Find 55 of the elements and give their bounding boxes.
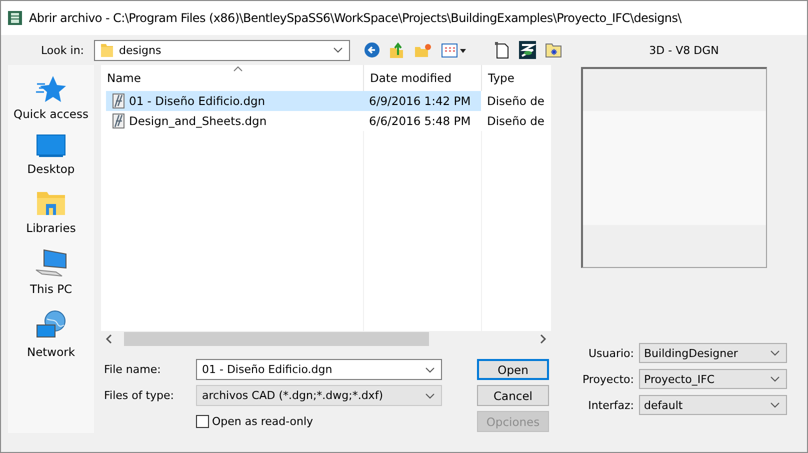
places-item[interactable]: Libraries [9, 189, 93, 235]
computer-icon [34, 248, 68, 278]
chevron-down-icon [770, 350, 780, 356]
folder-icon [100, 42, 114, 58]
chevron-down-icon [425, 366, 435, 372]
places-item[interactable]: Quick access [9, 75, 93, 121]
type-cell-text: Diseño de [486, 113, 546, 130]
file-row[interactable]: Design_and_Sheets.dgn 6/6/2016 5:48 PM Diseño de [101, 111, 551, 131]
type-cell-text: Diseño de [486, 93, 546, 110]
chevron-down-icon [770, 376, 780, 382]
setting-label: Proyecto: [581, 372, 635, 386]
look-in-dropdown[interactable]: designs [94, 40, 350, 60]
open-button[interactable]: Open [477, 359, 549, 380]
chevron-down-icon [333, 47, 343, 53]
monitor-icon [36, 134, 66, 158]
places-item[interactable]: Network [9, 309, 93, 359]
setting-dropdown[interactable]: BuildingDesigner [639, 343, 787, 363]
new-folder-icon[interactable] [414, 42, 432, 58]
column-header[interactable]: Type [481, 65, 551, 91]
column-header[interactable]: Name [101, 65, 363, 91]
file-name-field[interactable]: 01 - Diseño Edificio.dgn [196, 359, 442, 380]
folder-icon [36, 189, 66, 217]
star-icon [35, 75, 67, 103]
scroll-right-icon[interactable] [539, 334, 547, 344]
back-icon[interactable] [364, 42, 380, 58]
setting-label: Interfaz: [587, 398, 635, 412]
places-item[interactable]: Desktop [9, 134, 93, 176]
setting-dropdown[interactable]: default [639, 395, 787, 415]
date-cell: 6/9/2016 1:42 PM [363, 91, 481, 111]
preview-title: 3D - V8 DGN [648, 44, 720, 56]
date-cell-text: 6/6/2016 5:48 PM [368, 113, 472, 130]
document-icon [110, 93, 126, 109]
file-name: 01 - Diseño Edificio.dgn [129, 94, 266, 108]
setting-dropdown[interactable]: Proyecto_IFC [639, 369, 787, 389]
folder-icon[interactable] [545, 42, 562, 58]
file-type-dropdown[interactable]: archivos CAD (*.dgn;*.dwg;*.dxf) [196, 385, 442, 406]
read-only-checkbox[interactable]: Open as read-only [196, 415, 442, 428]
up-folder-icon[interactable] [389, 42, 405, 58]
look-in-label: Look in: [40, 44, 85, 56]
setting-label: Usuario: [587, 346, 635, 360]
new-file-icon[interactable] [494, 41, 510, 59]
window-title: Abrir archivo - C:\Program Files (x86)\BentleySpaSS6\WorkSpace\Projects\BuildingExamples\Proyecto_IFC\designs\ [29, 11, 682, 25]
file-type-label: Files of type: [103, 389, 176, 402]
document-icon [110, 113, 126, 129]
cancel-button[interactable]: Cancel [477, 385, 549, 406]
file-name-label: File name: [103, 363, 162, 376]
chevron-down-icon [425, 392, 435, 398]
sort-caret-icon [233, 66, 243, 72]
logo-icon[interactable] [519, 41, 536, 59]
app-icon [7, 10, 23, 26]
scroll-left-icon[interactable] [105, 334, 113, 344]
file-name: Design_and_Sheets.dgn [129, 114, 267, 128]
places-item[interactable]: This PC [9, 248, 93, 296]
chevron-down-icon [770, 402, 780, 408]
view-menu-icon[interactable] [441, 42, 467, 58]
